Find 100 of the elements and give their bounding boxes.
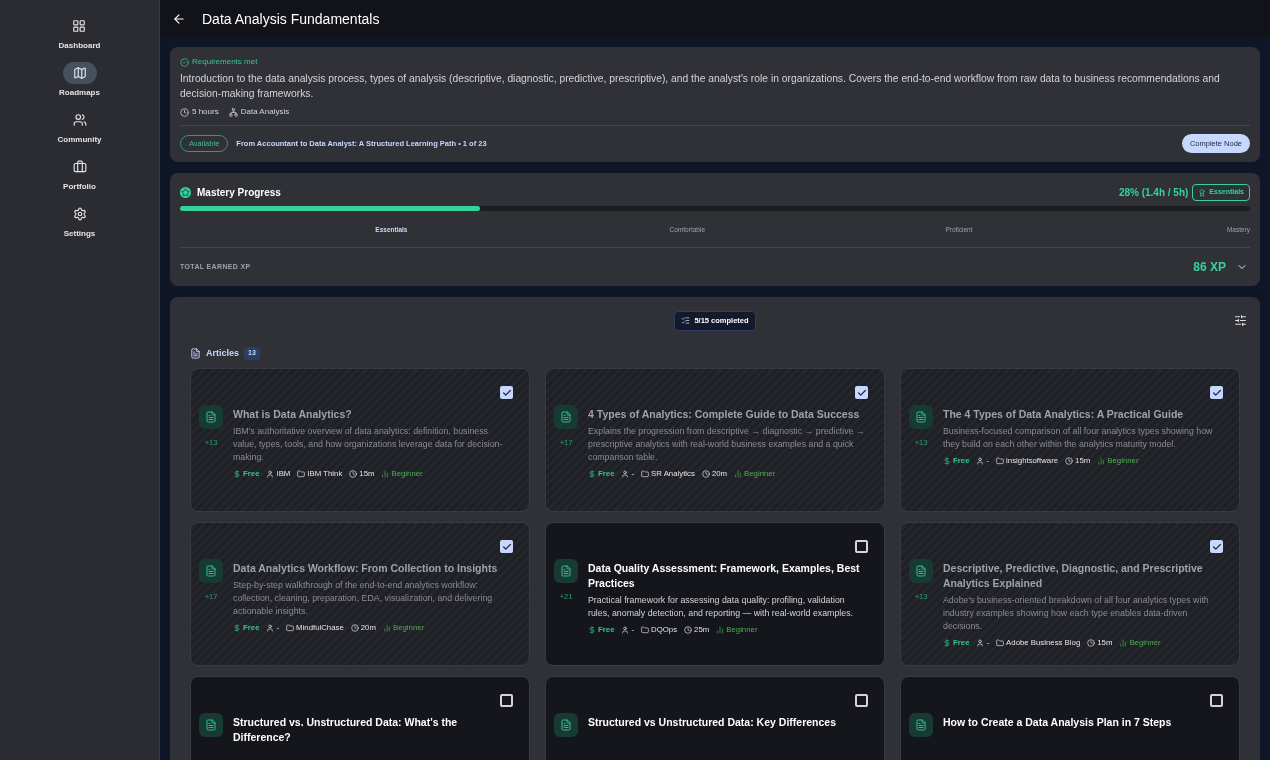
- dollar-icon: [233, 624, 241, 633]
- bar-chart-icon: [1097, 457, 1106, 466]
- article-title[interactable]: Structured vs. Unstructured Data: What's the Difference?: [233, 715, 513, 746]
- article-icon: [199, 559, 223, 584]
- star-icon: [180, 187, 191, 198]
- dashboard-icon: [72, 19, 87, 33]
- articles-icon: [190, 348, 201, 359]
- article-icon: [554, 713, 578, 738]
- checkbox[interactable]: [855, 386, 868, 400]
- checkbox[interactable]: [500, 694, 513, 708]
- article-title[interactable]: The 4 Types of Data Analytics: A Practical Guide: [943, 407, 1223, 423]
- article-title[interactable]: Data Quality Assessment: Framework, Examples, Best Practices: [588, 561, 868, 592]
- requirements-status: Requirements met: [192, 56, 258, 68]
- bar-chart-icon: [381, 470, 390, 479]
- briefcase-icon: [72, 160, 87, 174]
- nav-label[interactable]: Settings: [63, 228, 96, 240]
- article-icon: [554, 405, 578, 430]
- folder-icon: [996, 457, 1005, 466]
- article-card[interactable]: How to Create a Data Analysis Plan in 7 Steps: [900, 676, 1240, 760]
- node-description: Introduction to the data analysis process, types of analysis (descriptive, diagnostic, predictive, prescriptive), and the analyst's role in organizations. Covers the end-to-end workflow from raw data to business recommendations and decision-making frameworks.: [180, 72, 1221, 101]
- checkbox[interactable]: [500, 386, 513, 400]
- bar-chart-icon: [1119, 639, 1128, 648]
- article-title[interactable]: 4 Types of Analytics: Complete Guide to Data Success: [588, 407, 868, 423]
- checkbox[interactable]: [500, 540, 513, 554]
- bar-chart-icon: [382, 624, 391, 633]
- checklist-icon: [681, 316, 691, 326]
- checkbox[interactable]: [855, 694, 868, 708]
- nav-icon-button[interactable]: [62, 62, 97, 84]
- article-title[interactable]: Data Analytics Workflow: From Collection to Insights: [233, 561, 513, 577]
- article-description: Explains the progression from descriptive → diagnostic → predictive → prescriptive analytics with real-world business examples and a quick comparison table.: [588, 425, 866, 465]
- article-description: Adobe's business-oriented breakdown of all four analytics types with industry examples showing how each type enables data-driven decisions.: [943, 594, 1210, 634]
- article-title[interactable]: Structured vs Unstructured Data: Key Differences: [588, 715, 868, 731]
- clock-icon: [701, 470, 710, 479]
- article-card[interactable]: [190, 522, 530, 667]
- article-card[interactable]: [900, 368, 1240, 513]
- article-icon: [909, 713, 933, 738]
- nav-label[interactable]: Community: [57, 134, 102, 146]
- folder-icon: [641, 470, 650, 479]
- bar-chart-icon: [716, 626, 725, 635]
- hierarchy-icon: [228, 107, 238, 117]
- check-circle-icon: [180, 57, 189, 67]
- article-icon: [199, 713, 223, 738]
- article-card[interactable]: [900, 522, 1240, 667]
- article-description: Business-focused comparison of all four analytics types showing how they build on each other within the analytics maturity model.: [943, 425, 1214, 452]
- article-title[interactable]: Descriptive, Predictive, Diagnostic, and Prescriptive Analytics Explained: [943, 561, 1223, 592]
- section-title: Articles: [206, 346, 240, 360]
- back-icon[interactable]: [172, 12, 186, 26]
- article-card[interactable]: [545, 368, 885, 513]
- topic: Data Analysis: [240, 106, 290, 118]
- progress-reading: 28% (1.4h / 5h): [1118, 186, 1189, 200]
- clock-icon: [1065, 457, 1074, 466]
- checkbox[interactable]: [1210, 540, 1223, 554]
- article-description: Practical framework for assessing data quality: profiling, validation rules, anomaly detection, and reporting — with real-world examples.: [588, 594, 854, 621]
- bar-chart-icon: [734, 470, 743, 479]
- article-card[interactable]: Structured vs. Unstructured Data: What's the Difference?: [190, 676, 530, 760]
- map-icon: [72, 66, 87, 80]
- clock-icon: [349, 470, 358, 479]
- nav-label[interactable]: Roadmaps: [59, 87, 100, 99]
- person-icon: [621, 470, 630, 479]
- person-icon: [976, 639, 985, 648]
- person-icon: [266, 624, 275, 633]
- dollar-icon: [588, 626, 596, 635]
- article-description: IBM's authoritative overview of data analytics: definition, business value, types, tools, and how organizations leverage data for decision-making.: [233, 425, 504, 465]
- page-title: Data Analysis Fundamentals: [202, 9, 380, 29]
- people-icon: [72, 113, 87, 127]
- folder-icon: [996, 639, 1005, 648]
- article-card[interactable]: [190, 368, 530, 513]
- checkbox[interactable]: [1210, 386, 1223, 400]
- nav-label[interactable]: Dashboard: [58, 40, 101, 52]
- checkbox[interactable]: [855, 540, 868, 554]
- nav-label[interactable]: Portfolio: [63, 181, 96, 193]
- duration: 5 hours: [192, 106, 219, 118]
- person-icon: [266, 470, 275, 479]
- mastery-title: Mastery Progress: [197, 186, 281, 200]
- xp-total: 86 XP: [1193, 258, 1226, 276]
- award-icon: [1198, 188, 1207, 197]
- article-icon: [909, 405, 933, 430]
- clock-icon: [684, 626, 693, 635]
- folder-icon: [641, 626, 650, 635]
- article-title[interactable]: How to Create a Data Analysis Plan in 7 Steps: [943, 715, 1223, 731]
- clock-icon: [1087, 639, 1096, 648]
- article-icon: [554, 559, 578, 584]
- article-description: Step-by-step walkthrough of the end-to-end analytics workflow: collection, cleaning, preparation, EDA, visualization, and delivering actionable insights.: [233, 579, 494, 619]
- settings-icon: [72, 207, 87, 221]
- folder-icon: [286, 624, 295, 633]
- article-icon: [199, 405, 223, 430]
- clock-icon: [180, 107, 189, 117]
- article-card[interactable]: Structured vs Unstructured Data: Key Differences: [545, 676, 885, 760]
- checkbox[interactable]: [1210, 694, 1223, 708]
- person-icon: [621, 626, 630, 635]
- clock-icon: [350, 624, 359, 633]
- dollar-icon: [943, 639, 951, 648]
- filter-icon[interactable]: [1234, 313, 1247, 327]
- folder-icon: [297, 470, 306, 479]
- article-title[interactable]: What is Data Analytics?: [233, 407, 513, 423]
- dollar-icon: [588, 470, 596, 479]
- dollar-icon: [943, 457, 951, 466]
- person-icon: [976, 457, 985, 466]
- dollar-icon: [233, 470, 241, 479]
- article-card[interactable]: [545, 522, 885, 667]
